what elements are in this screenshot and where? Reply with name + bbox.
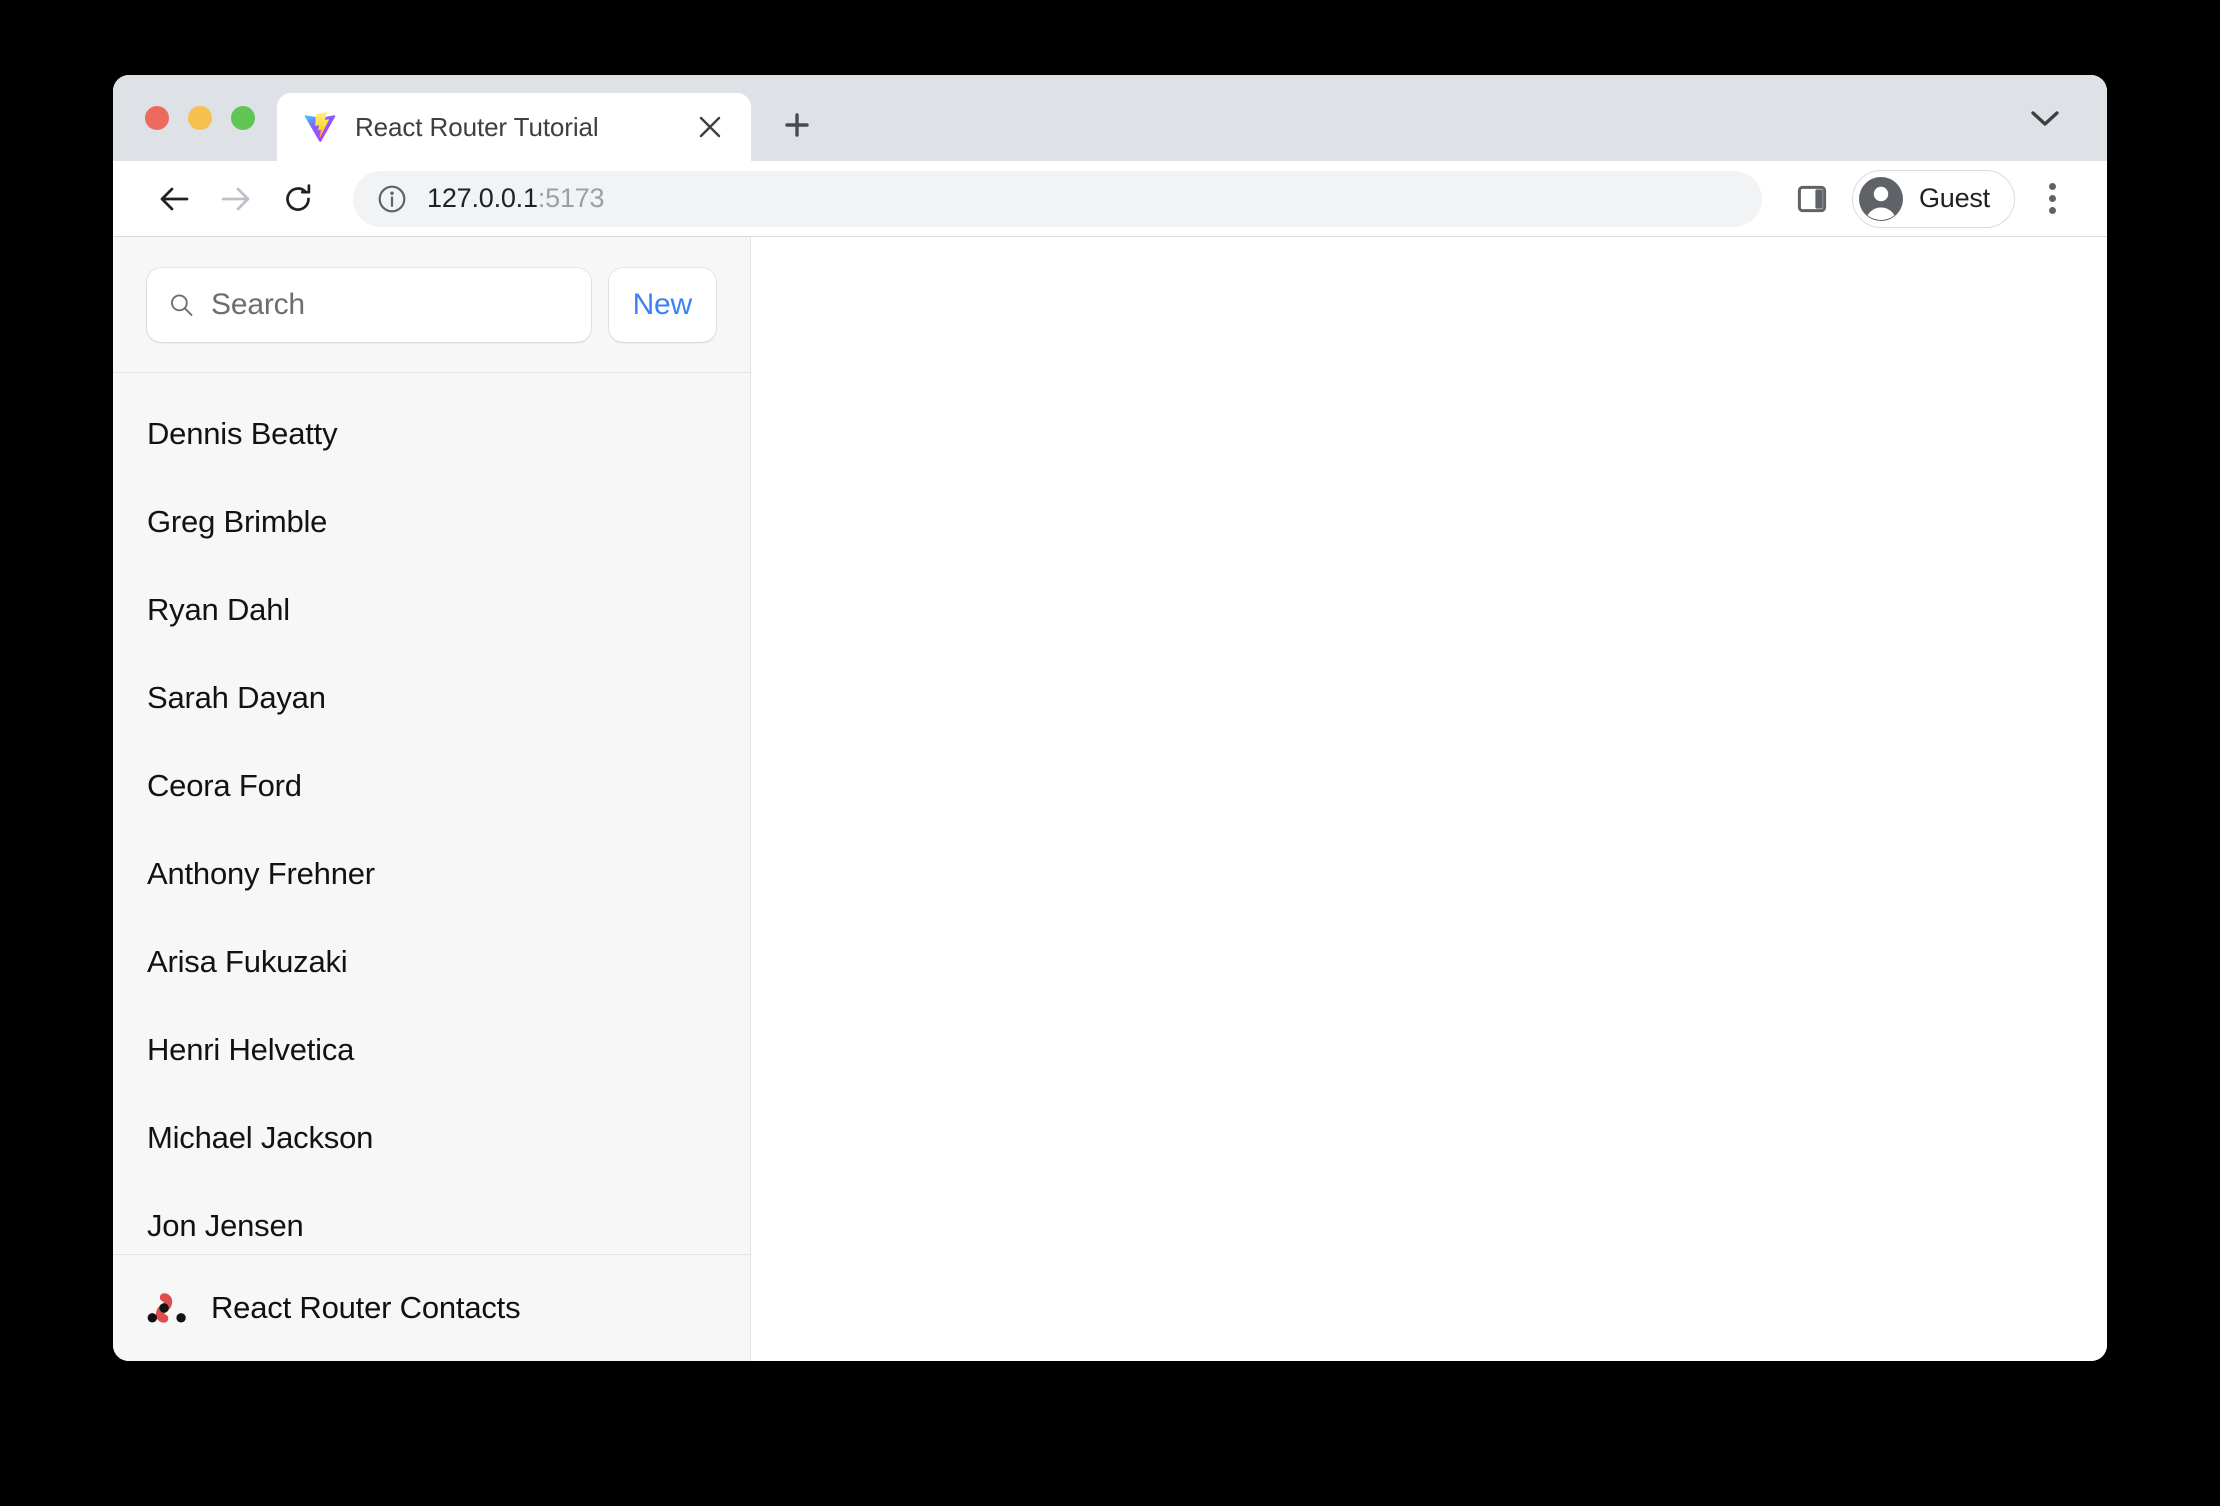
kebab-menu-icon[interactable] (2025, 172, 2079, 226)
address-bar-url: 127.0.0.1:5173 (427, 183, 604, 214)
react-router-logo-icon (147, 1293, 186, 1323)
side-panel-button[interactable] (1784, 171, 1840, 227)
contact-list-item[interactable]: Michael Jackson (113, 1115, 750, 1160)
sidebar-footer-label: React Router Contacts (211, 1290, 521, 1325)
window-traffic-lights (113, 75, 255, 161)
search-icon (171, 293, 193, 316)
close-glyph (699, 116, 721, 138)
page-viewport: New Dennis Beatty Greg Brimble Ryan Dahl Sa… (113, 237, 2107, 1361)
contact-list-item[interactable]: Henri Helvetica (113, 1027, 750, 1072)
contact-list-item[interactable]: Sarah Dayan (113, 675, 750, 720)
profile-chip[interactable]: Guest (1851, 169, 2015, 228)
info-circle-icon[interactable] (377, 184, 407, 214)
tab-list-chevron-button[interactable] (2019, 93, 2071, 145)
tab-title: React Router Tutorial (355, 111, 599, 142)
arrow-left-icon (160, 187, 189, 210)
reload-button[interactable] (267, 168, 329, 230)
kebab-dot (2048, 195, 2056, 202)
tab-strip: React Router Tutorial (113, 75, 2107, 161)
chevron-down-icon (2031, 111, 2059, 126)
arrow-right-icon (221, 187, 250, 210)
browser-window: React Router Tutorial 127.0.0.1:5173 Gue… (113, 75, 2107, 1361)
search-input[interactable] (211, 287, 569, 322)
browser-tab-react-router-tutorial[interactable]: React Router Tutorial (277, 93, 751, 161)
plus-icon (785, 113, 809, 137)
back-button[interactable] (143, 168, 205, 230)
address-bar[interactable]: 127.0.0.1:5173 (353, 170, 1762, 227)
reload-icon (286, 183, 311, 211)
vite-logo-icon (304, 112, 336, 142)
contact-list-item[interactable]: Dennis Beatty (113, 411, 750, 456)
contact-list-item[interactable]: Ceora Ford (113, 763, 750, 808)
close-window-button[interactable] (145, 106, 169, 130)
side-panel-icon (1797, 185, 1827, 212)
forward-button[interactable] (205, 168, 267, 230)
new-contact-button[interactable]: New (608, 267, 716, 342)
new-tab-button[interactable] (769, 97, 825, 153)
contact-list-item[interactable]: Ryan Dahl (113, 587, 750, 632)
contact-list-item[interactable]: Arisa Fukuzaki (113, 939, 750, 984)
contact-list-item[interactable]: Jon Jensen (113, 1203, 750, 1248)
close-icon[interactable] (691, 108, 729, 146)
profile-name: Guest (1918, 183, 1990, 213)
browser-toolbar: 127.0.0.1:5173 Guest (113, 161, 2107, 237)
search-field[interactable] (147, 267, 591, 342)
tab-list: React Router Tutorial (277, 75, 751, 161)
kebab-dot (2048, 207, 2056, 214)
main-content-area (751, 237, 2107, 1361)
contact-list-item[interactable]: Greg Brimble (113, 499, 750, 544)
sidebar-header: New (113, 237, 750, 373)
contacts-sidebar: New Dennis Beatty Greg Brimble Ryan Dahl Sa… (113, 237, 751, 1361)
maximize-window-button[interactable] (231, 106, 255, 130)
minimize-window-button[interactable] (188, 106, 212, 130)
contact-list: Dennis Beatty Greg Brimble Ryan Dahl Sarah … (113, 373, 750, 1254)
url-host: 127.0.0.1 (427, 183, 538, 213)
sidebar-footer: React Router Contacts (113, 1254, 750, 1361)
account-circle-icon (1858, 176, 1903, 221)
kebab-dot (2048, 183, 2056, 190)
url-port: :5173 (537, 183, 605, 213)
contact-list-item[interactable]: Anthony Frehner (113, 851, 750, 896)
